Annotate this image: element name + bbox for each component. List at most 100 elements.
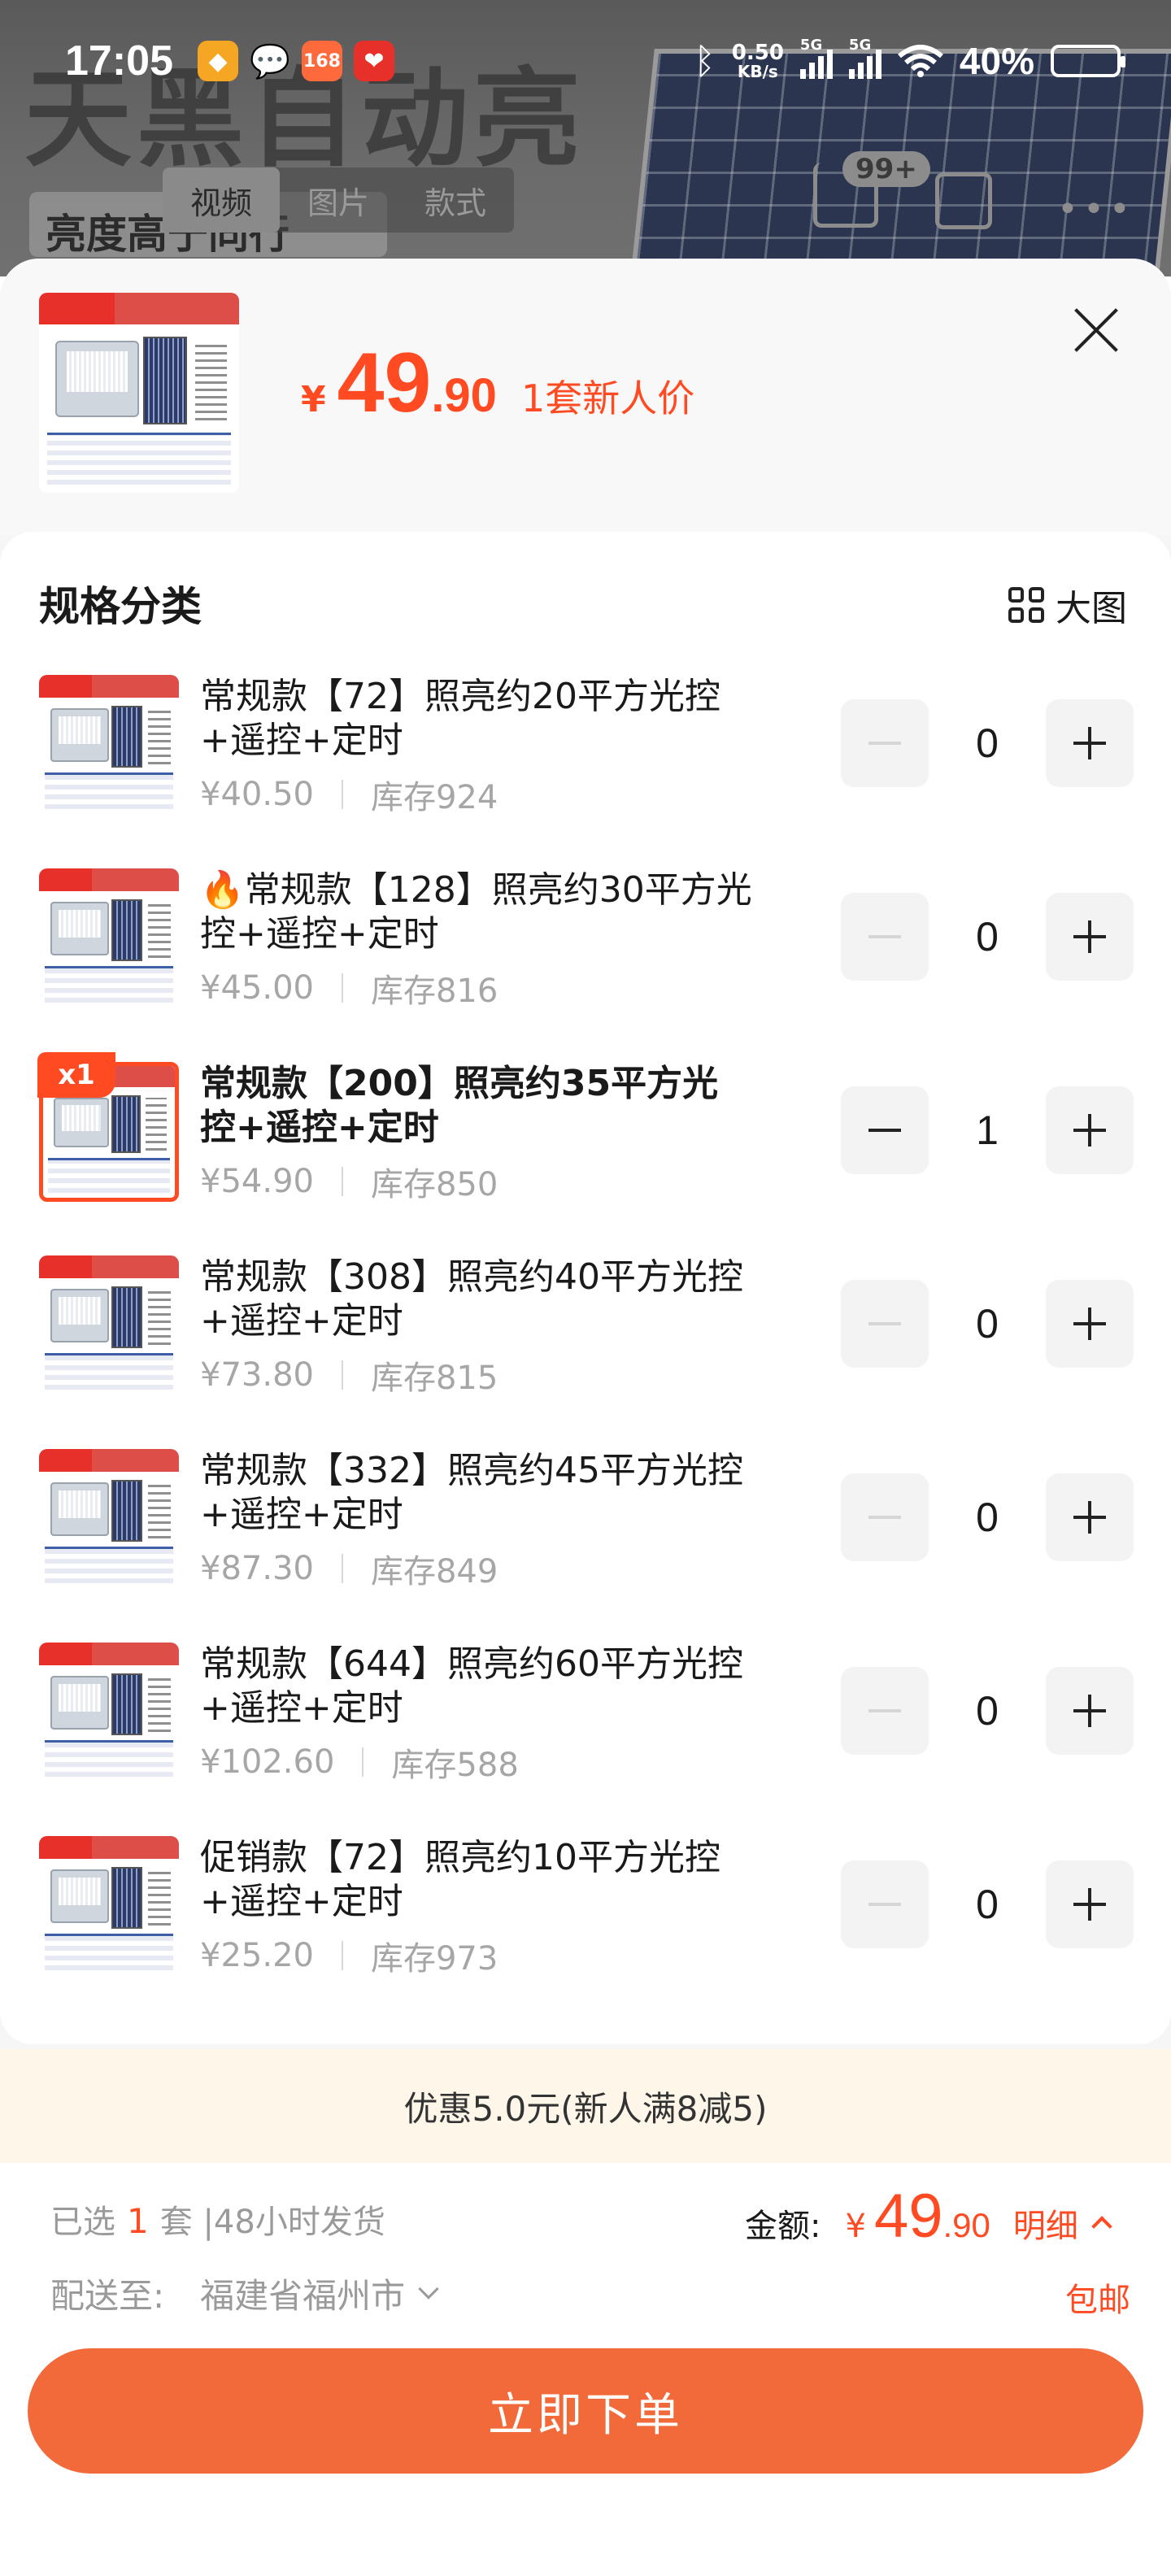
signal-5g-icon: 5G <box>799 37 833 79</box>
sku-meta: ¥54.90 库存850 <box>200 1158 498 1205</box>
spec-card: 规格分类 大图 常规款【72】照亮约20平方光控+遥控+定时 ¥40.50 库存… <box>0 532 1171 2044</box>
fire-icon: 🔥 <box>200 869 245 911</box>
selection-summary: 已选 1 套 |48小时发货 <box>50 2201 385 2241</box>
app-icon-red-heart: ❤ <box>354 41 394 81</box>
media-tabs: 视频 图片 款式 <box>163 168 515 233</box>
chevron-up-icon <box>1091 2216 1112 2237</box>
sku-name: 促销款【72】照亮约10平方光控+遥控+定时 <box>200 1837 720 1922</box>
sku-item[interactable]: 常规款【308】照亮约40平方光控+遥控+定时 ¥73.80 库存815 0 <box>0 1255 1171 1418</box>
sku-price: ¥87.30 <box>200 1550 314 1587</box>
close-icon[interactable] <box>1070 304 1122 356</box>
quantity-value: 0 <box>976 1495 999 1540</box>
battery-icon <box>1051 45 1125 77</box>
wifi-icon <box>897 45 943 77</box>
sku-item-selected[interactable]: x1 常规款【200】照亮约35平方光控+遥控+定时 ¥54.90 库存850 … <box>0 1052 1171 1225</box>
increment-button[interactable] <box>1046 1860 1134 1948</box>
more-icon[interactable]: ••• <box>1057 189 1135 230</box>
sku-meta: ¥73.80 库存815 <box>200 1351 498 1399</box>
sku-thumbnail[interactable] <box>39 1449 179 1589</box>
sku-item[interactable]: 促销款【72】照亮约10平方光控+遥控+定时 ¥25.20 库存973 0 <box>0 1836 1171 1999</box>
amount-int: 49 <box>873 2182 943 2251</box>
clock: 17:05 <box>65 37 173 85</box>
quantity-value: 0 <box>976 720 999 766</box>
increment-button[interactable] <box>1046 1280 1134 1368</box>
increment-button[interactable] <box>1046 893 1134 981</box>
decrement-button[interactable] <box>841 1280 929 1368</box>
sku-price: ¥45.00 <box>200 969 314 1007</box>
quantity-stepper: 1 <box>841 1086 1134 1174</box>
sku-thumbnail[interactable] <box>39 675 179 815</box>
wechat-icon: 💬 <box>250 42 290 80</box>
sku-item[interactable]: 常规款【644】照亮约60平方光控+遥控+定时 ¥102.60 库存588 0 <box>0 1643 1171 1805</box>
quantity-stepper: 0 <box>841 699 1134 787</box>
sku-stock: 库存924 <box>370 779 498 816</box>
sku-price: ¥54.90 <box>200 1163 314 1200</box>
sku-item[interactable]: 常规款【72】照亮约20平方光控+遥控+定时 ¥40.50 库存924 0 <box>0 675 1171 838</box>
sku-meta: ¥40.50 库存924 <box>200 771 498 818</box>
quantity-value: 0 <box>976 1882 999 1927</box>
sku-stock: 库存815 <box>370 1360 498 1397</box>
sku-price: ¥102.60 <box>200 1743 335 1781</box>
sku-stock: 库存588 <box>391 1747 519 1784</box>
sku-meta: ¥102.60 库存588 <box>200 1738 519 1786</box>
decrement-button[interactable] <box>841 1667 929 1755</box>
tab-styles[interactable]: 款式 <box>397 168 514 233</box>
decrement-button[interactable] <box>841 1860 929 1948</box>
place-order-button[interactable]: 立即下单 <box>28 2348 1143 2474</box>
tab-video[interactable]: 视频 <box>163 168 281 233</box>
sku-thumbnail[interactable] <box>39 868 179 1008</box>
amount-label: 金额: <box>745 2208 821 2245</box>
chevron-down-icon <box>418 2278 439 2300</box>
quantity-stepper: 0 <box>841 1280 1134 1368</box>
sku-meta: ¥25.20 库存973 <box>200 1932 498 1979</box>
increment-button[interactable] <box>1046 699 1134 787</box>
increment-button[interactable] <box>1046 1667 1134 1755</box>
app-icon-red-168: 168 <box>302 41 342 81</box>
big-picture-button[interactable]: 大图 <box>1008 579 1127 631</box>
sku-price: ¥40.50 <box>200 776 314 813</box>
sku-price: ¥73.80 <box>200 1356 314 1394</box>
share-icon[interactable] <box>935 172 992 229</box>
shipping-destination[interactable]: 配送至: 福建省福州市 <box>50 2269 439 2318</box>
network-speed: 0.50 KB/s <box>731 41 784 81</box>
product-thumbnail[interactable] <box>39 293 239 493</box>
total-amount[interactable]: 金额: ¥ 49 .90 明细 <box>745 2181 1112 2252</box>
sku-stock: 库存816 <box>370 973 498 1010</box>
sku-thumbnail[interactable] <box>39 1255 179 1395</box>
sku-item[interactable]: 常规款【332】照亮约45平方光控+遥控+定时 ¥87.30 库存849 0 <box>0 1449 1171 1612</box>
sku-price: ¥25.20 <box>200 1937 314 1974</box>
sku-name: 常规款【332】照亮约45平方光控+遥控+定时 <box>200 1450 743 1535</box>
decrement-button[interactable] <box>841 1086 929 1174</box>
quantity-stepper: 0 <box>841 1667 1134 1755</box>
tab-images[interactable]: 图片 <box>280 168 397 233</box>
ship-to-city: 福建省福州市 <box>200 2276 406 2316</box>
detail-link[interactable]: 明细 <box>1013 2200 1078 2247</box>
battery-percent: 40% <box>959 40 1034 82</box>
quantity-stepper: 0 <box>841 1860 1134 1948</box>
decrement-button[interactable] <box>841 699 929 787</box>
amount-dec: .90 <box>942 2206 990 2244</box>
free-shipping-label: 包邮 <box>1065 2282 1130 2319</box>
sku-meta: ¥87.30 库存849 <box>200 1545 498 1592</box>
sheet-header: ¥ 49 .90 1套新人价 <box>0 259 1171 535</box>
decrement-button[interactable] <box>841 893 929 981</box>
sku-name: 常规款【644】照亮约60平方光控+遥控+定时 <box>200 1643 743 1729</box>
cart-badge: 99+ <box>842 151 930 187</box>
sku-name: 常规款【308】照亮约40平方光控+遥控+定时 <box>200 1256 743 1342</box>
increment-button[interactable] <box>1046 1473 1134 1561</box>
app-icon-orange: ◆ <box>198 41 238 81</box>
sku-stock: 库存849 <box>370 1553 498 1590</box>
sku-name: 常规款【72】照亮约20平方光控+遥控+定时 <box>200 676 720 761</box>
quantity-stepper: 0 <box>841 1473 1134 1561</box>
sku-stock: 库存973 <box>370 1940 498 1978</box>
quantity-value: 1 <box>976 1107 999 1153</box>
sku-item[interactable]: 🔥常规款【128】照亮约30平方光控+遥控+定时 ¥45.00 库存816 0 <box>0 868 1171 1031</box>
grid-icon <box>1008 587 1044 623</box>
sku-stock: 库存850 <box>370 1166 498 1203</box>
sku-thumbnail[interactable] <box>39 1836 179 1976</box>
increment-button[interactable] <box>1046 1086 1134 1174</box>
order-footer: 已选 1 套 |48小时发货 金额: ¥ 49 .90 明细 配送至: 福建省福… <box>0 2163 1171 2576</box>
sku-thumbnail[interactable] <box>39 1643 179 1782</box>
signal-5g-icon-2: 5G <box>848 37 882 79</box>
decrement-button[interactable] <box>841 1473 929 1561</box>
